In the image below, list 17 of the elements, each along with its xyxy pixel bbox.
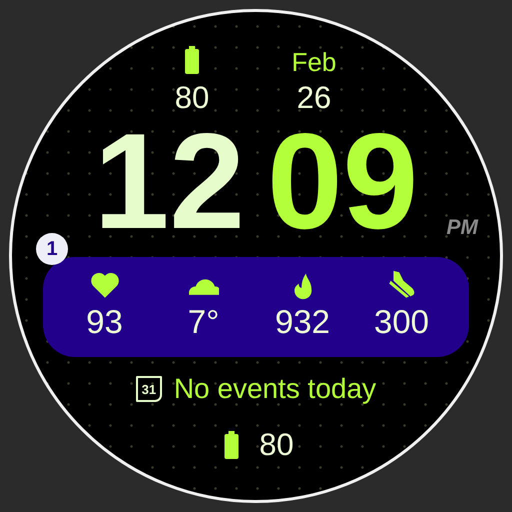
- cloud-icon: [188, 278, 218, 295]
- hours: 12: [94, 123, 245, 239]
- minutes: 09: [267, 123, 418, 239]
- battery-icon: [185, 46, 199, 74]
- complication-value: 932: [274, 302, 330, 342]
- battery-icon: [224, 431, 240, 459]
- calendar-events-text: No events today: [174, 372, 376, 406]
- complication-value: 300: [374, 302, 430, 342]
- battery-level: 80: [174, 79, 210, 117]
- calendar-icon: 31: [136, 376, 162, 402]
- battery-level: 80: [259, 426, 294, 464]
- am-pm-indicator: PM: [446, 217, 478, 239]
- complication-value: 7°: [188, 302, 220, 342]
- complication-value: 93: [86, 302, 123, 342]
- complication-badge: 1: [36, 233, 68, 265]
- date-month: Feb: [292, 46, 336, 79]
- date-day: 26: [296, 79, 332, 117]
